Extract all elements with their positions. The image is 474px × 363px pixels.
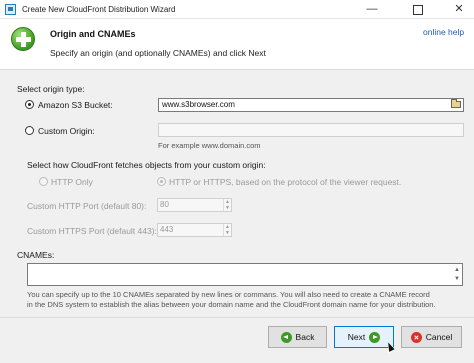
cancel-button[interactable]: Cancel	[401, 326, 462, 348]
cnames-label: CNAMEs:	[17, 250, 55, 260]
http-port-value: 80	[160, 200, 169, 209]
back-button[interactable]: Back	[268, 326, 327, 348]
http-only-radio[interactable]	[39, 177, 48, 186]
cancel-button-label: Cancel	[425, 332, 453, 342]
origin-type-label: Select origin type:	[17, 84, 85, 94]
page-title: Origin and CNAMEs	[50, 29, 136, 39]
https-port-label: Custom HTTPS Port (default 443):	[27, 226, 157, 236]
http-only-label: HTTP Only	[51, 177, 93, 187]
custom-origin-example: For example www.domain.com	[158, 141, 261, 150]
http-port-label: Custom HTTP Port (default 80):	[27, 201, 147, 211]
wizard-header: Origin and CNAMEs Specify an origin (and…	[0, 19, 474, 66]
cancel-x-icon	[410, 331, 422, 343]
https-port-stepper[interactable]: 443 ▲ ▼	[157, 223, 232, 237]
green-plus-icon	[11, 27, 35, 51]
app-window-icon	[5, 4, 16, 15]
http-or-https-radio[interactable]	[157, 177, 166, 186]
online-help-link[interactable]: online help	[423, 27, 464, 37]
next-button-label: Next	[347, 332, 366, 342]
s3-bucket-input[interactable]: www.s3browser.com	[158, 98, 464, 112]
custom-origin-input[interactable]	[158, 123, 464, 137]
browse-folder-icon[interactable]	[451, 99, 461, 108]
cnames-help-line-1: You can specify up to the 10 CNAMEs sepa…	[27, 290, 430, 299]
footer-divider	[0, 317, 474, 318]
page-subtitle: Specify an origin (and optionally CNAMEs…	[50, 48, 266, 58]
custom-origin-radio[interactable]	[25, 126, 34, 135]
back-arrow-icon	[280, 331, 292, 343]
scroll-down-icon[interactable]: ▼	[453, 274, 461, 284]
close-button[interactable]: ✕	[444, 0, 474, 19]
stepper-arrows-icon[interactable]: ▲ ▼	[223, 224, 231, 236]
https-port-value: 443	[160, 225, 174, 234]
http-or-https-label: HTTP or HTTPS, based on the protocol of …	[169, 177, 402, 187]
title-bar: Create New CloudFront Distribution Wizar…	[0, 0, 474, 19]
back-button-label: Back	[295, 332, 315, 342]
cnames-input[interactable]: ▲ ▼	[27, 263, 463, 286]
minimize-button[interactable]: —	[357, 0, 387, 19]
fetch-method-label: Select how CloudFront fetches objects fr…	[27, 160, 266, 170]
cnames-help-line-2: in the DNS system to establish the alias…	[27, 300, 436, 309]
stepper-arrows-icon[interactable]: ▲ ▼	[223, 199, 231, 211]
custom-origin-label: Custom Origin:	[38, 126, 95, 136]
maximize-button[interactable]	[403, 0, 433, 19]
window-title: Create New CloudFront Distribution Wizar…	[22, 5, 176, 14]
next-arrow-icon	[369, 331, 381, 343]
s3-bucket-label: Amazon S3 Bucket:	[38, 100, 113, 110]
s3-bucket-radio[interactable]	[25, 100, 34, 109]
wizard-body	[0, 69, 474, 363]
http-port-stepper[interactable]: 80 ▲ ▼	[157, 198, 232, 212]
